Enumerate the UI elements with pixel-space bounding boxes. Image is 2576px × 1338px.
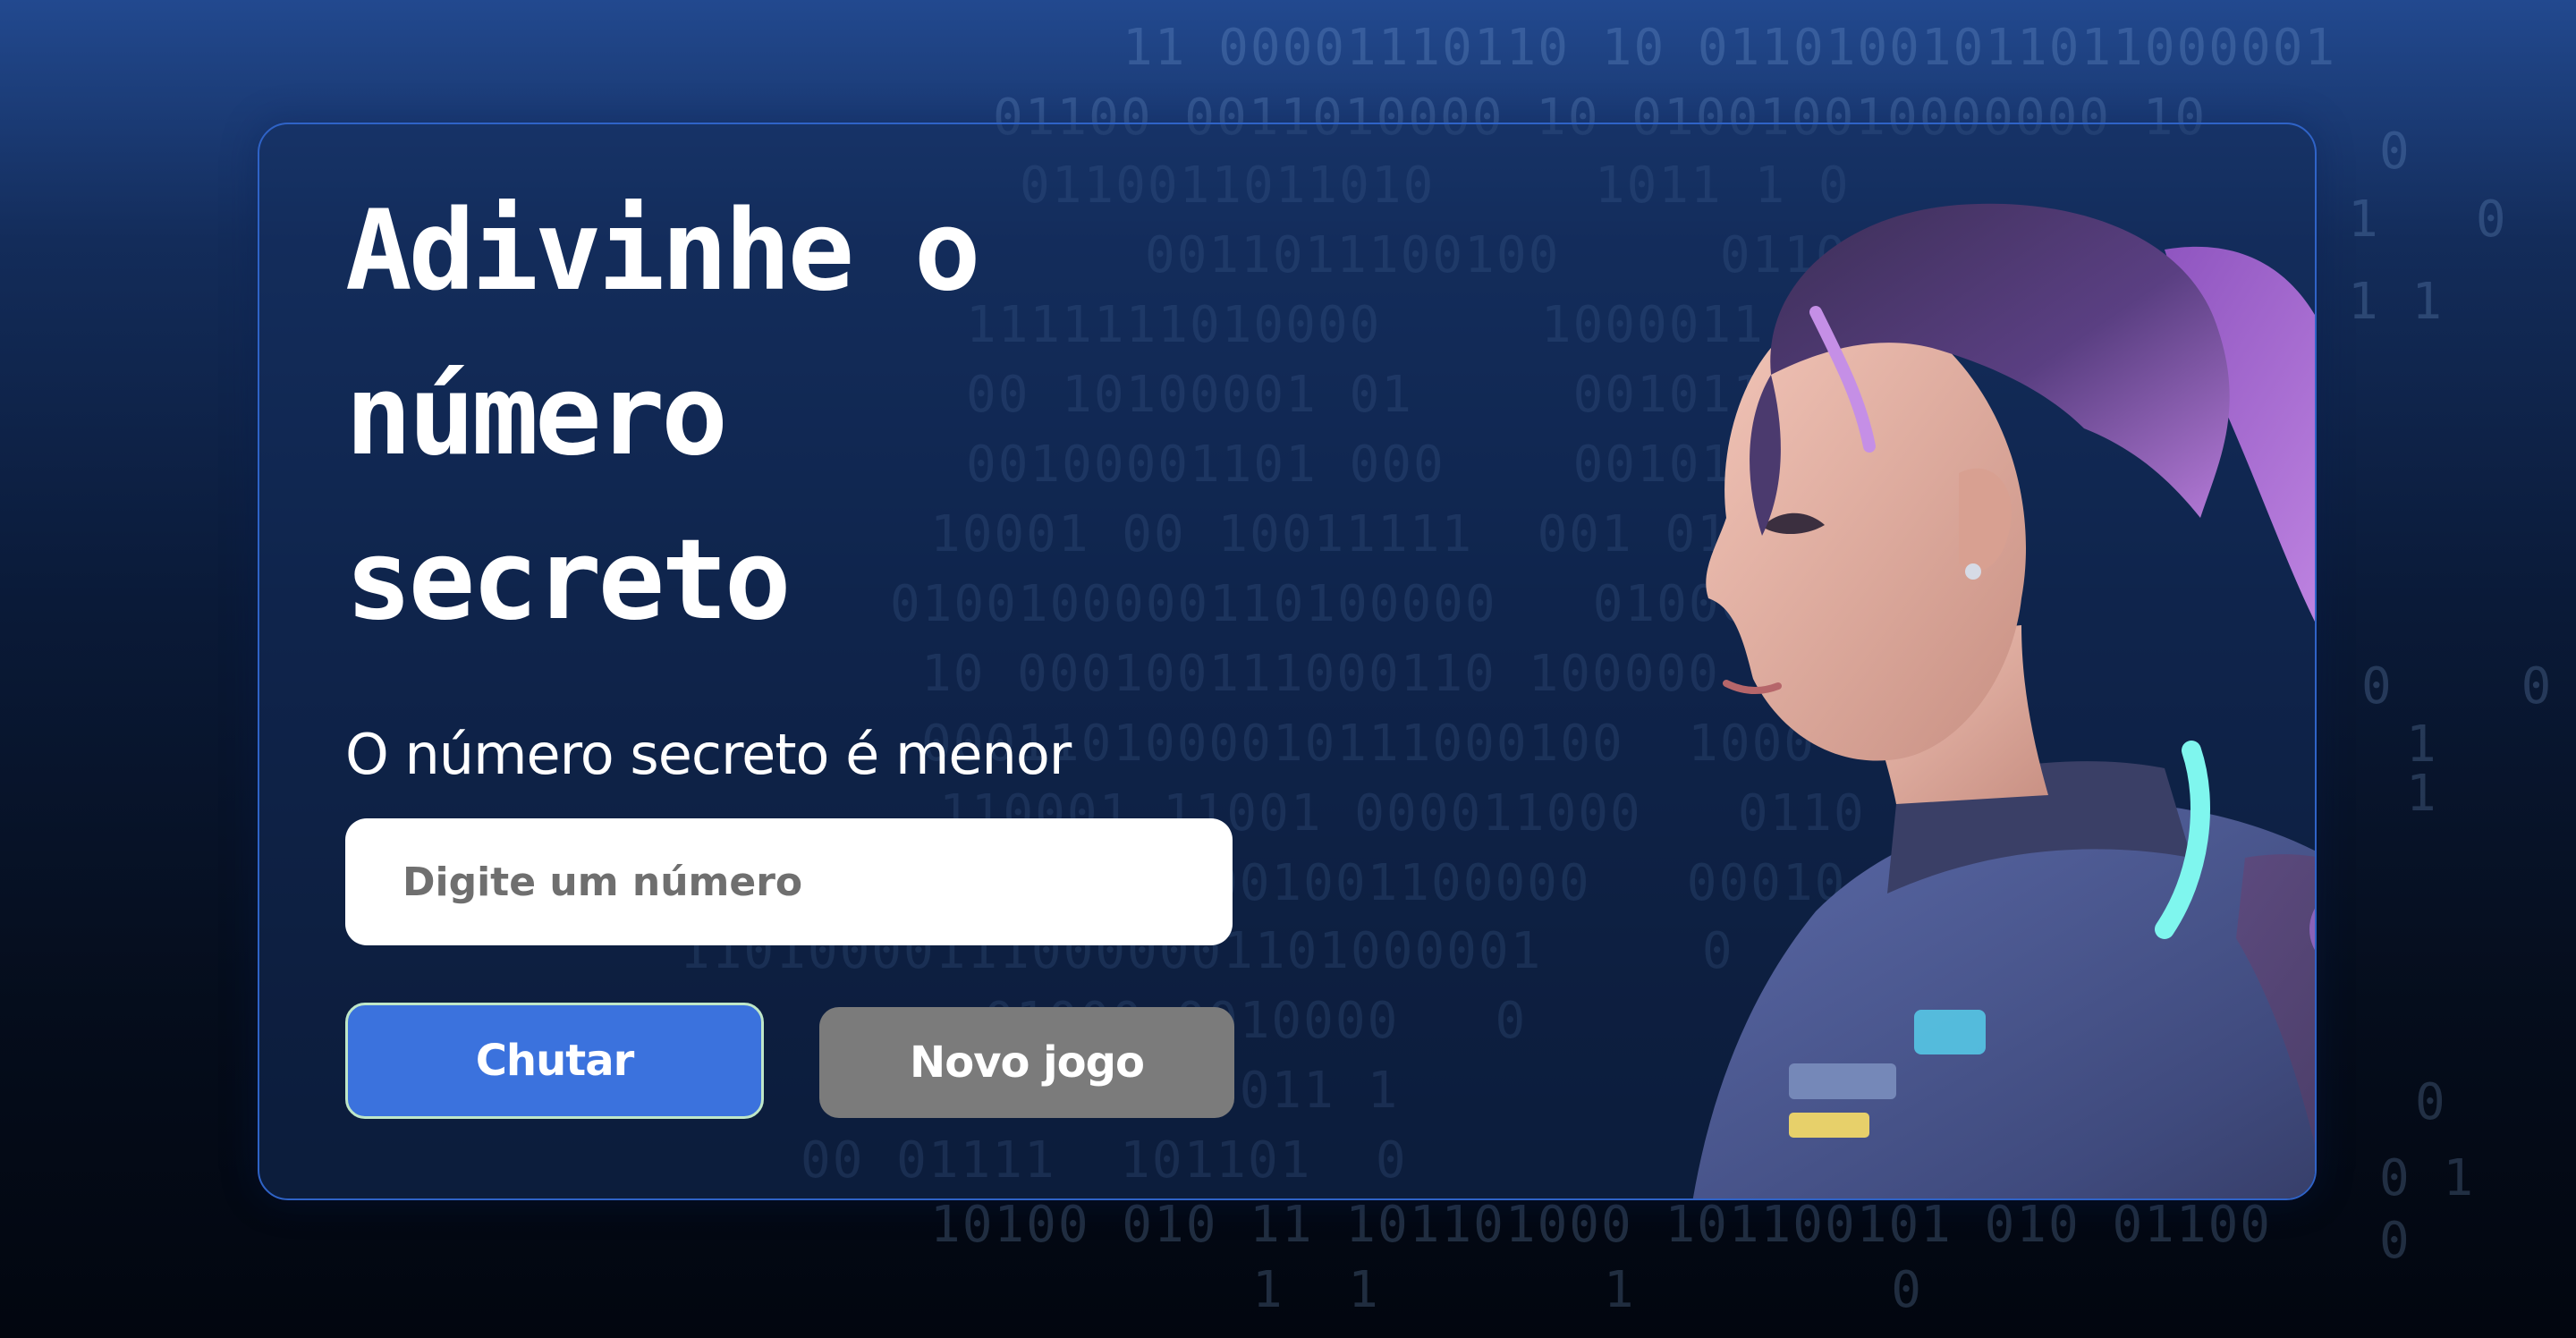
character-illustration	[1692, 203, 2315, 1198]
guess-button[interactable]: Chutar	[345, 1003, 764, 1119]
new-game-button[interactable]: Novo jogo	[819, 1007, 1234, 1118]
game-card: Adivinhe o número secreto O número secre…	[258, 123, 2317, 1200]
page-title: Adivinhe o número secreto	[345, 187, 981, 645]
hint-text: O número secreto é menor	[345, 722, 1072, 787]
guess-input[interactable]	[345, 818, 1233, 945]
